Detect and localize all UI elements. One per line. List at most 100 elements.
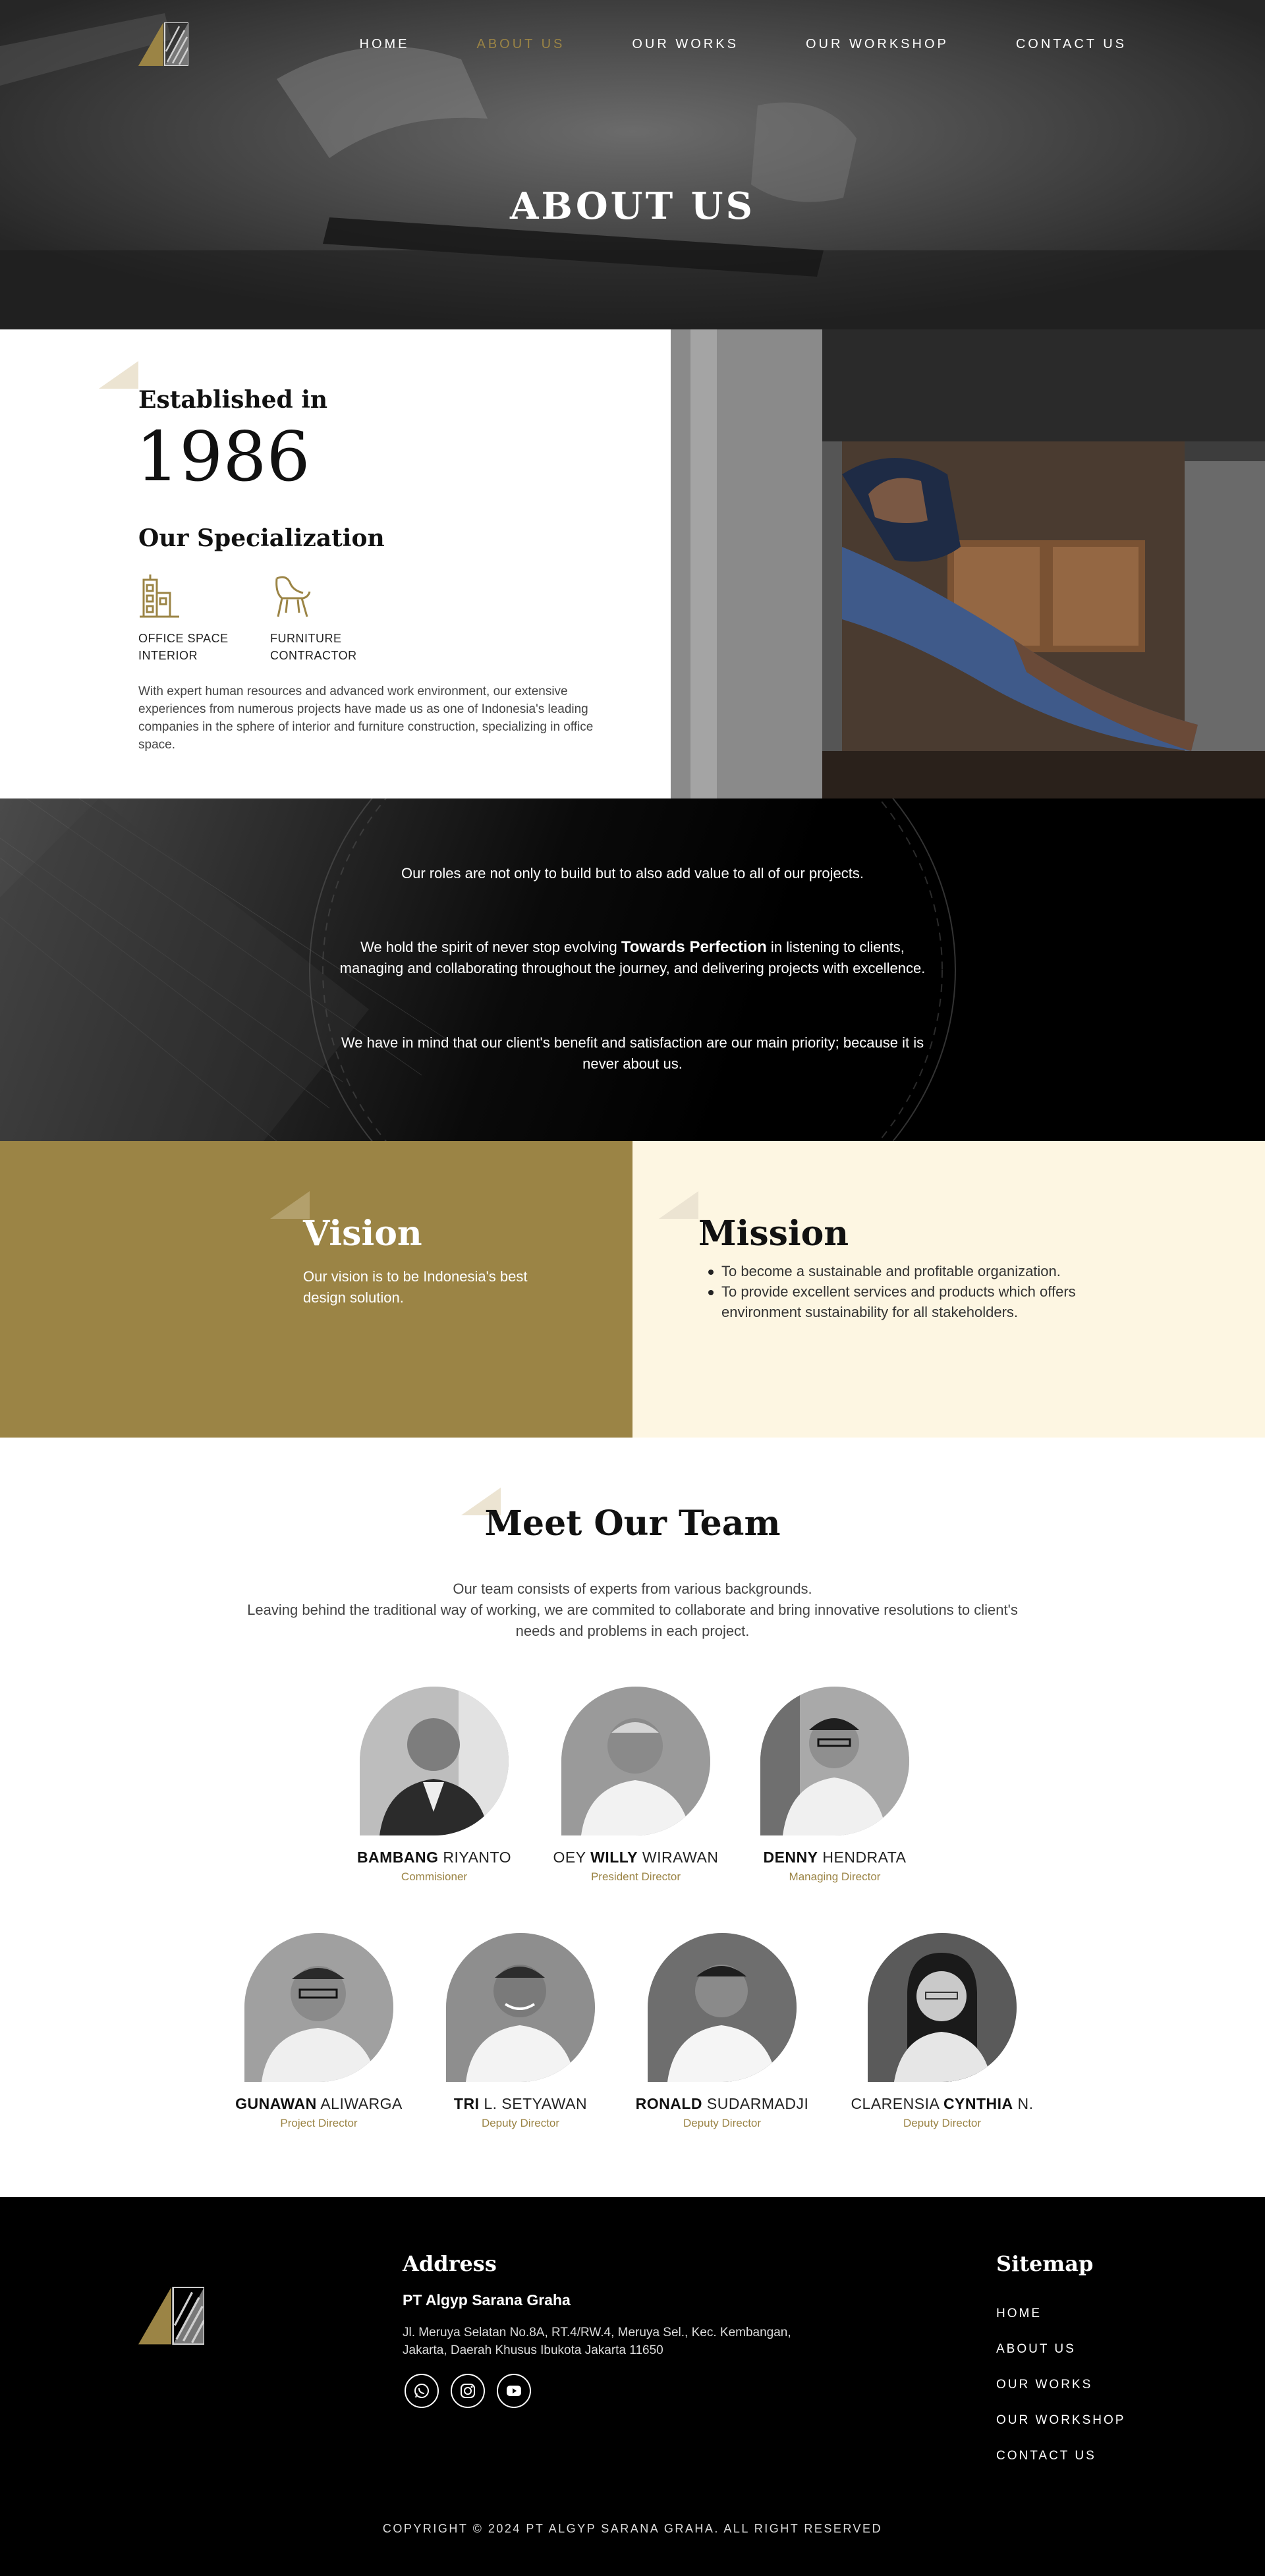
member-avatar — [868, 1933, 1017, 2082]
social-links — [405, 2374, 531, 2408]
team-member-card[interactable]: DENNY HENDRATA Managing Director — [736, 1687, 934, 1884]
member-name: CLARENSIA CYNTHIA N. — [843, 2095, 1041, 2113]
member-portrait — [868, 1933, 1017, 2082]
team-member-card[interactable]: BAMBANG RIYANTO Commisioner — [335, 1687, 533, 1884]
established-year: 1986 — [136, 416, 310, 497]
team-member-card[interactable]: OEY WILLY WIRAWAN President Director — [537, 1687, 735, 1884]
member-avatar — [360, 1687, 509, 1835]
member-role: Managing Director — [789, 1870, 881, 1883]
member-name: OEY WILLY WIRAWAN — [537, 1849, 735, 1866]
workshop-photo-illustration — [671, 329, 1265, 798]
vision-mission-section: Vision Our vision is to be Indonesia's b… — [0, 1141, 1265, 1438]
address-title: Address — [403, 2251, 497, 2276]
nav-our-workshop[interactable]: OUR WORKSHOP — [806, 37, 949, 52]
roles-text-part: We hold the spirit of never stop evolvin… — [360, 939, 621, 955]
member-name-part: ALIWARGA — [316, 2095, 403, 2112]
member-name-bold: WILLY — [590, 1849, 638, 1866]
member-portrait — [561, 1687, 710, 1835]
established-description: With expert human resources and advanced… — [138, 685, 594, 752]
member-name-part: OEY — [553, 1849, 591, 1866]
sitemap-contact-us[interactable]: CONTACT US — [996, 2438, 1125, 2474]
member-portrait — [760, 1687, 909, 1835]
sitemap-our-works[interactable]: OUR WORKS — [996, 2367, 1125, 2403]
member-portrait — [446, 1933, 595, 2082]
instagram-icon[interactable] — [451, 2374, 485, 2408]
established-content: Established in 1986 Our Specialization O… — [0, 329, 671, 798]
member-name-bold: RONALD — [635, 2095, 702, 2112]
nav-our-works[interactable]: OUR WORKS — [632, 37, 739, 52]
office-building-icon — [140, 574, 179, 618]
roles-paragraph-2: We hold the spirit of never stop evolvin… — [329, 937, 936, 979]
member-name-bold: CYNTHIA — [943, 2095, 1013, 2112]
page-title: ABOUT US — [510, 184, 755, 228]
mission-item: To provide excellent services and produc… — [708, 1281, 1104, 1322]
sitemap-our-workshop[interactable]: OUR WORKSHOP — [996, 2403, 1125, 2438]
member-name-part: N. — [1013, 2095, 1034, 2112]
sitemap-title: Sitemap — [996, 2251, 1094, 2276]
mission-item: To become a sustainable and profitable o… — [708, 1261, 1104, 1281]
nav-contact-us[interactable]: CONTACT US — [1016, 37, 1127, 52]
member-role: Commisioner — [401, 1870, 468, 1883]
vision-text: Our vision is to be Indonesia's best des… — [303, 1268, 528, 1306]
member-name: DENNY HENDRATA — [736, 1849, 934, 1866]
established-section: Established in 1986 Our Specialization O… — [0, 329, 1265, 798]
team-intro: Our team consists of experts from variou… — [247, 1581, 1018, 1639]
roles-section: Our roles are not only to build but to a… — [0, 798, 1265, 1141]
company-logo[interactable] — [138, 22, 188, 66]
member-name-part: WIRAWAN — [638, 1849, 719, 1866]
specialization-office-interior: OFFICE SPACE INTERIOR — [138, 573, 250, 664]
specialization-label: OFFICE SPACE INTERIOR — [138, 632, 229, 662]
team-member-card[interactable]: RONALD SUDARMADJI Deputy Director — [623, 1933, 821, 2130]
decorative-triangle-icon — [659, 1191, 698, 1219]
member-role: Deputy Director — [683, 2117, 762, 2129]
vision-title: Vision — [303, 1214, 422, 1254]
member-avatar — [244, 1933, 393, 2082]
member-portrait — [244, 1933, 393, 2082]
team-member-card[interactable]: TRI L. SETYAWAN Deputy Director — [422, 1933, 619, 2130]
member-name: GUNAWAN ALIWARGA — [220, 2095, 418, 2113]
whatsapp-icon[interactable] — [405, 2374, 439, 2408]
member-avatar — [648, 1933, 797, 2082]
member-avatar — [446, 1933, 595, 2082]
team-section: Meet Our Team Our team consists of exper… — [0, 1438, 1265, 2197]
team-member-card[interactable]: GUNAWAN ALIWARGA Project Director — [220, 1933, 418, 2130]
roles-paragraph-3: We have in mind that our client's benefi… — [341, 1034, 924, 1072]
sitemap-about-us[interactable]: ABOUT US — [996, 2332, 1125, 2367]
mission-list: To become a sustainable and profitable o… — [708, 1261, 1104, 1322]
footer-logo[interactable] — [138, 2287, 204, 2345]
member-name-part: HENDRATA — [818, 1849, 907, 1866]
specialization-furniture-contractor: FURNITURE CONTRACTOR — [270, 573, 382, 664]
nav-home[interactable]: HOME — [360, 37, 410, 52]
company-address: Jl. Meruya Selatan No.8A, RT.4/RW.4, Mer… — [403, 2326, 791, 2357]
member-avatar — [760, 1687, 909, 1835]
member-portrait — [648, 1933, 797, 2082]
nav-about-us[interactable]: ABOUT US — [477, 37, 565, 52]
site-footer: Address PT Algyp Sarana Graha Jl. Meruya… — [0, 2197, 1265, 2576]
youtube-icon[interactable] — [497, 2374, 531, 2408]
sitemap-list: HOME ABOUT US OUR WORKS OUR WORKSHOP CON… — [996, 2296, 1125, 2474]
team-member-card[interactable]: CLARENSIA CYNTHIA N. Deputy Director — [843, 1933, 1041, 2130]
decorative-triangle-icon — [99, 361, 138, 389]
member-name: TRI L. SETYAWAN — [422, 2095, 619, 2113]
member-role: Project Director — [280, 2117, 358, 2129]
established-label: Established in — [138, 386, 328, 414]
member-name-part: CLARENSIA — [851, 2095, 943, 2112]
member-name-part: SUDARMADJI — [702, 2095, 809, 2112]
specialization-label: FURNITURE CONTRACTOR — [270, 632, 357, 662]
mission-panel: Mission To become a sustainable and prof… — [632, 1141, 1265, 1438]
member-name-part: L. SETYAWAN — [479, 2095, 588, 2112]
mission-title: Mission — [698, 1214, 849, 1254]
towards-perfection-highlight: Towards Perfection — [621, 938, 767, 956]
copyright-text: COPYRIGHT © 2024 PT ALGYP SARANA GRAHA. … — [382, 2522, 883, 2535]
chair-icon — [275, 576, 311, 617]
member-name: RONALD SUDARMADJI — [623, 2095, 821, 2113]
vision-panel: Vision Our vision is to be Indonesia's b… — [0, 1141, 632, 1438]
sitemap-home[interactable]: HOME — [996, 2296, 1125, 2332]
member-name-part: RIYANTO — [438, 1849, 512, 1866]
member-avatar — [561, 1687, 710, 1835]
hero-section: HOME ABOUT US OUR WORKS OUR WORKSHOP CON… — [0, 0, 1265, 329]
roles-paragraph-1: Our roles are not only to build but to a… — [401, 865, 864, 882]
specialization-title: Our Specialization — [138, 524, 385, 552]
member-name: BAMBANG RIYANTO — [335, 1849, 533, 1866]
member-portrait — [360, 1687, 509, 1835]
